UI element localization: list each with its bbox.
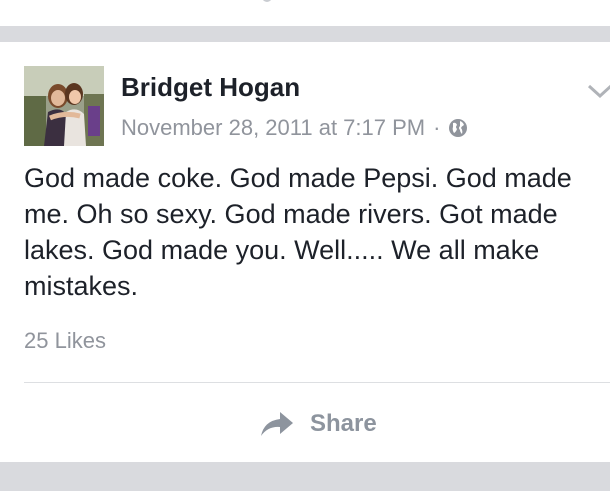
share-label: Share (310, 410, 377, 437)
globe-icon (448, 118, 468, 138)
timestamp[interactable]: November 28, 2011 at 7:17 PM (121, 115, 425, 141)
likes-count[interactable]: 25 Likes (24, 328, 106, 354)
feed-separator-top (0, 26, 610, 42)
partial-glyph (262, 0, 272, 2)
author-name[interactable]: Bridget Hogan (121, 72, 300, 103)
divider (24, 382, 610, 383)
avatar[interactable] (24, 66, 104, 146)
meta-separator: · (433, 115, 441, 140)
post-card: Bridget Hogan November 28, 2011 at 7:17 … (0, 42, 610, 462)
chevron-down-icon[interactable] (586, 82, 610, 100)
post-text: God made coke. God made Pepsi. God made … (24, 163, 572, 301)
feed-separator-bottom (0, 462, 610, 491)
post-meta: November 28, 2011 at 7:17 PM · (121, 114, 468, 142)
previous-post-edge (0, 0, 610, 26)
share-button[interactable]: Share (260, 404, 377, 444)
share-arrow-icon (261, 412, 293, 436)
